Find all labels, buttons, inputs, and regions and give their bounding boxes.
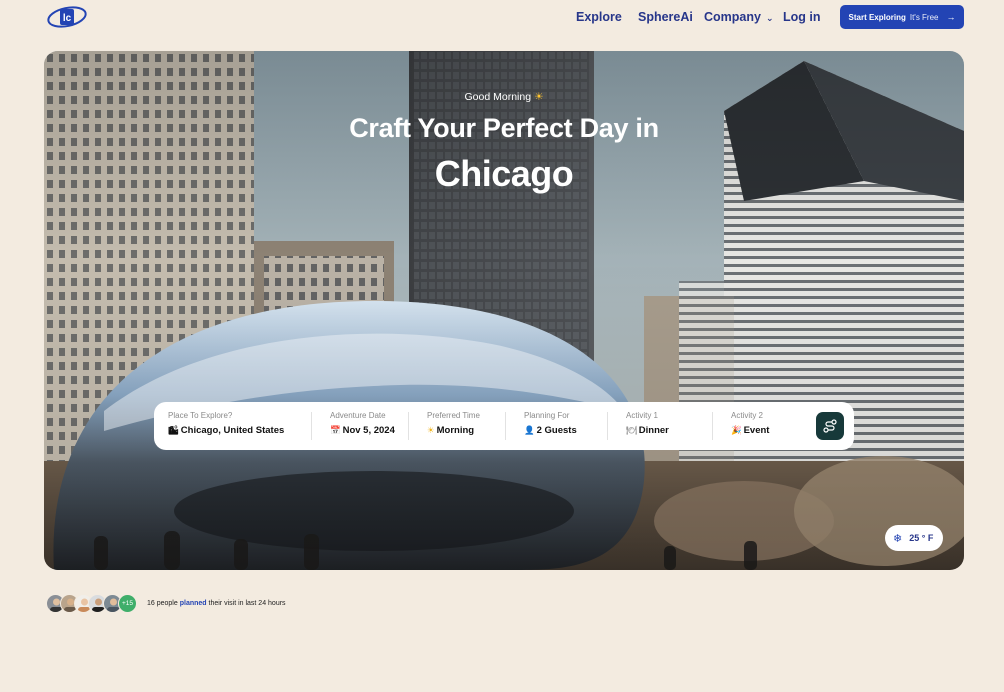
greeting-text: Good Morning ☀ <box>44 91 964 103</box>
proof-count: 16 people <box>147 600 178 607</box>
nav-company-label: Company <box>704 10 761 24</box>
place-field-value: Chicago, United States <box>180 425 285 436</box>
brand-logo[interactable]: lc <box>46 4 88 30</box>
activity2-field-value: Event <box>743 425 770 436</box>
plan-route-button[interactable] <box>816 412 844 440</box>
activity1-field-value: Dinner <box>638 425 669 436</box>
field-divider <box>408 412 409 440</box>
arrow-right-icon: → <box>946 12 956 22</box>
person-icon: 👤 <box>524 425 535 435</box>
calendar-icon: 📅 <box>330 425 341 435</box>
start-exploring-button[interactable]: Start Exploring It's Free → <box>840 5 964 29</box>
dinner-icon: 🍽 <box>626 425 637 435</box>
guests-field-value: 2 Guests <box>536 425 577 436</box>
time-field[interactable]: Preferred Time ☀ Morning <box>427 411 480 441</box>
time-field-label: Preferred Time <box>427 411 480 420</box>
temperature: 25 ° F <box>909 533 934 543</box>
field-divider <box>505 412 506 440</box>
guests-field[interactable]: Planning For 👤 2 Guests <box>524 411 577 441</box>
date-field[interactable]: Adventure Date 📅 Nov 5, 2024 <box>330 411 395 441</box>
activity1-field[interactable]: Activity 1 🍽 Dinner <box>626 411 669 441</box>
time-field-value: Morning <box>436 425 475 436</box>
cta-label: Start Exploring <box>848 12 906 22</box>
nav-company-menu[interactable]: Company ⌄ <box>704 10 774 24</box>
date-field-label: Adventure Date <box>330 411 386 420</box>
proof-rest: their visit in last 24 hours <box>208 600 286 607</box>
field-divider <box>607 412 608 440</box>
social-proof-text: 16 people planned their visit in last 24… <box>147 600 286 607</box>
activity2-field[interactable]: Activity 2 🎉 Event <box>731 411 769 441</box>
field-divider <box>712 412 713 440</box>
snowflake-icon: ❄ <box>893 532 903 545</box>
nav-explore-link[interactable]: Explore <box>576 10 622 24</box>
city-icon: 🏙 <box>168 425 179 435</box>
logo-icon: lc <box>47 6 87 28</box>
guests-field-label: Planning For <box>524 411 570 420</box>
field-divider <box>311 412 312 440</box>
hero-city: Chicago <box>434 153 574 194</box>
place-field[interactable]: Place To Explore? 🏙 Chicago, United State… <box>168 411 284 441</box>
place-field-label: Place To Explore? <box>168 411 233 420</box>
sun-icon: ☀ <box>427 425 435 435</box>
route-icon <box>823 419 837 433</box>
nav-sphereai-link[interactable]: SphereAi <box>638 10 693 24</box>
more-avatars-badge: +15 <box>118 594 137 613</box>
weather-badge: ❄ 25 ° F <box>885 525 943 551</box>
trip-search-bar: Place To Explore? 🏙 Chicago, United State… <box>154 402 854 450</box>
login-link[interactable]: Log in <box>783 10 821 24</box>
logo-text: lc <box>63 13 72 24</box>
sun-icon: ☀ <box>534 91 544 103</box>
date-field-value: Nov 5, 2024 <box>342 425 395 436</box>
chevron-down-icon: ⌄ <box>765 13 774 23</box>
top-nav: lc Explore SphereAi Company ⌄ Log in Star… <box>0 0 1004 34</box>
cta-sublabel: It's Free <box>909 12 939 22</box>
hero-title: Craft Your Perfect Day in <box>349 113 659 143</box>
activity2-field-label: Activity 2 <box>731 411 764 420</box>
greeting-label: Good Morning <box>464 91 532 103</box>
hero-banner: Good Morning ☀ Craft Your Perfect Day in … <box>44 51 964 570</box>
event-icon: 🎉 <box>731 425 742 435</box>
activity1-field-label: Activity 1 <box>626 411 659 420</box>
proof-highlight: planned <box>179 600 207 607</box>
